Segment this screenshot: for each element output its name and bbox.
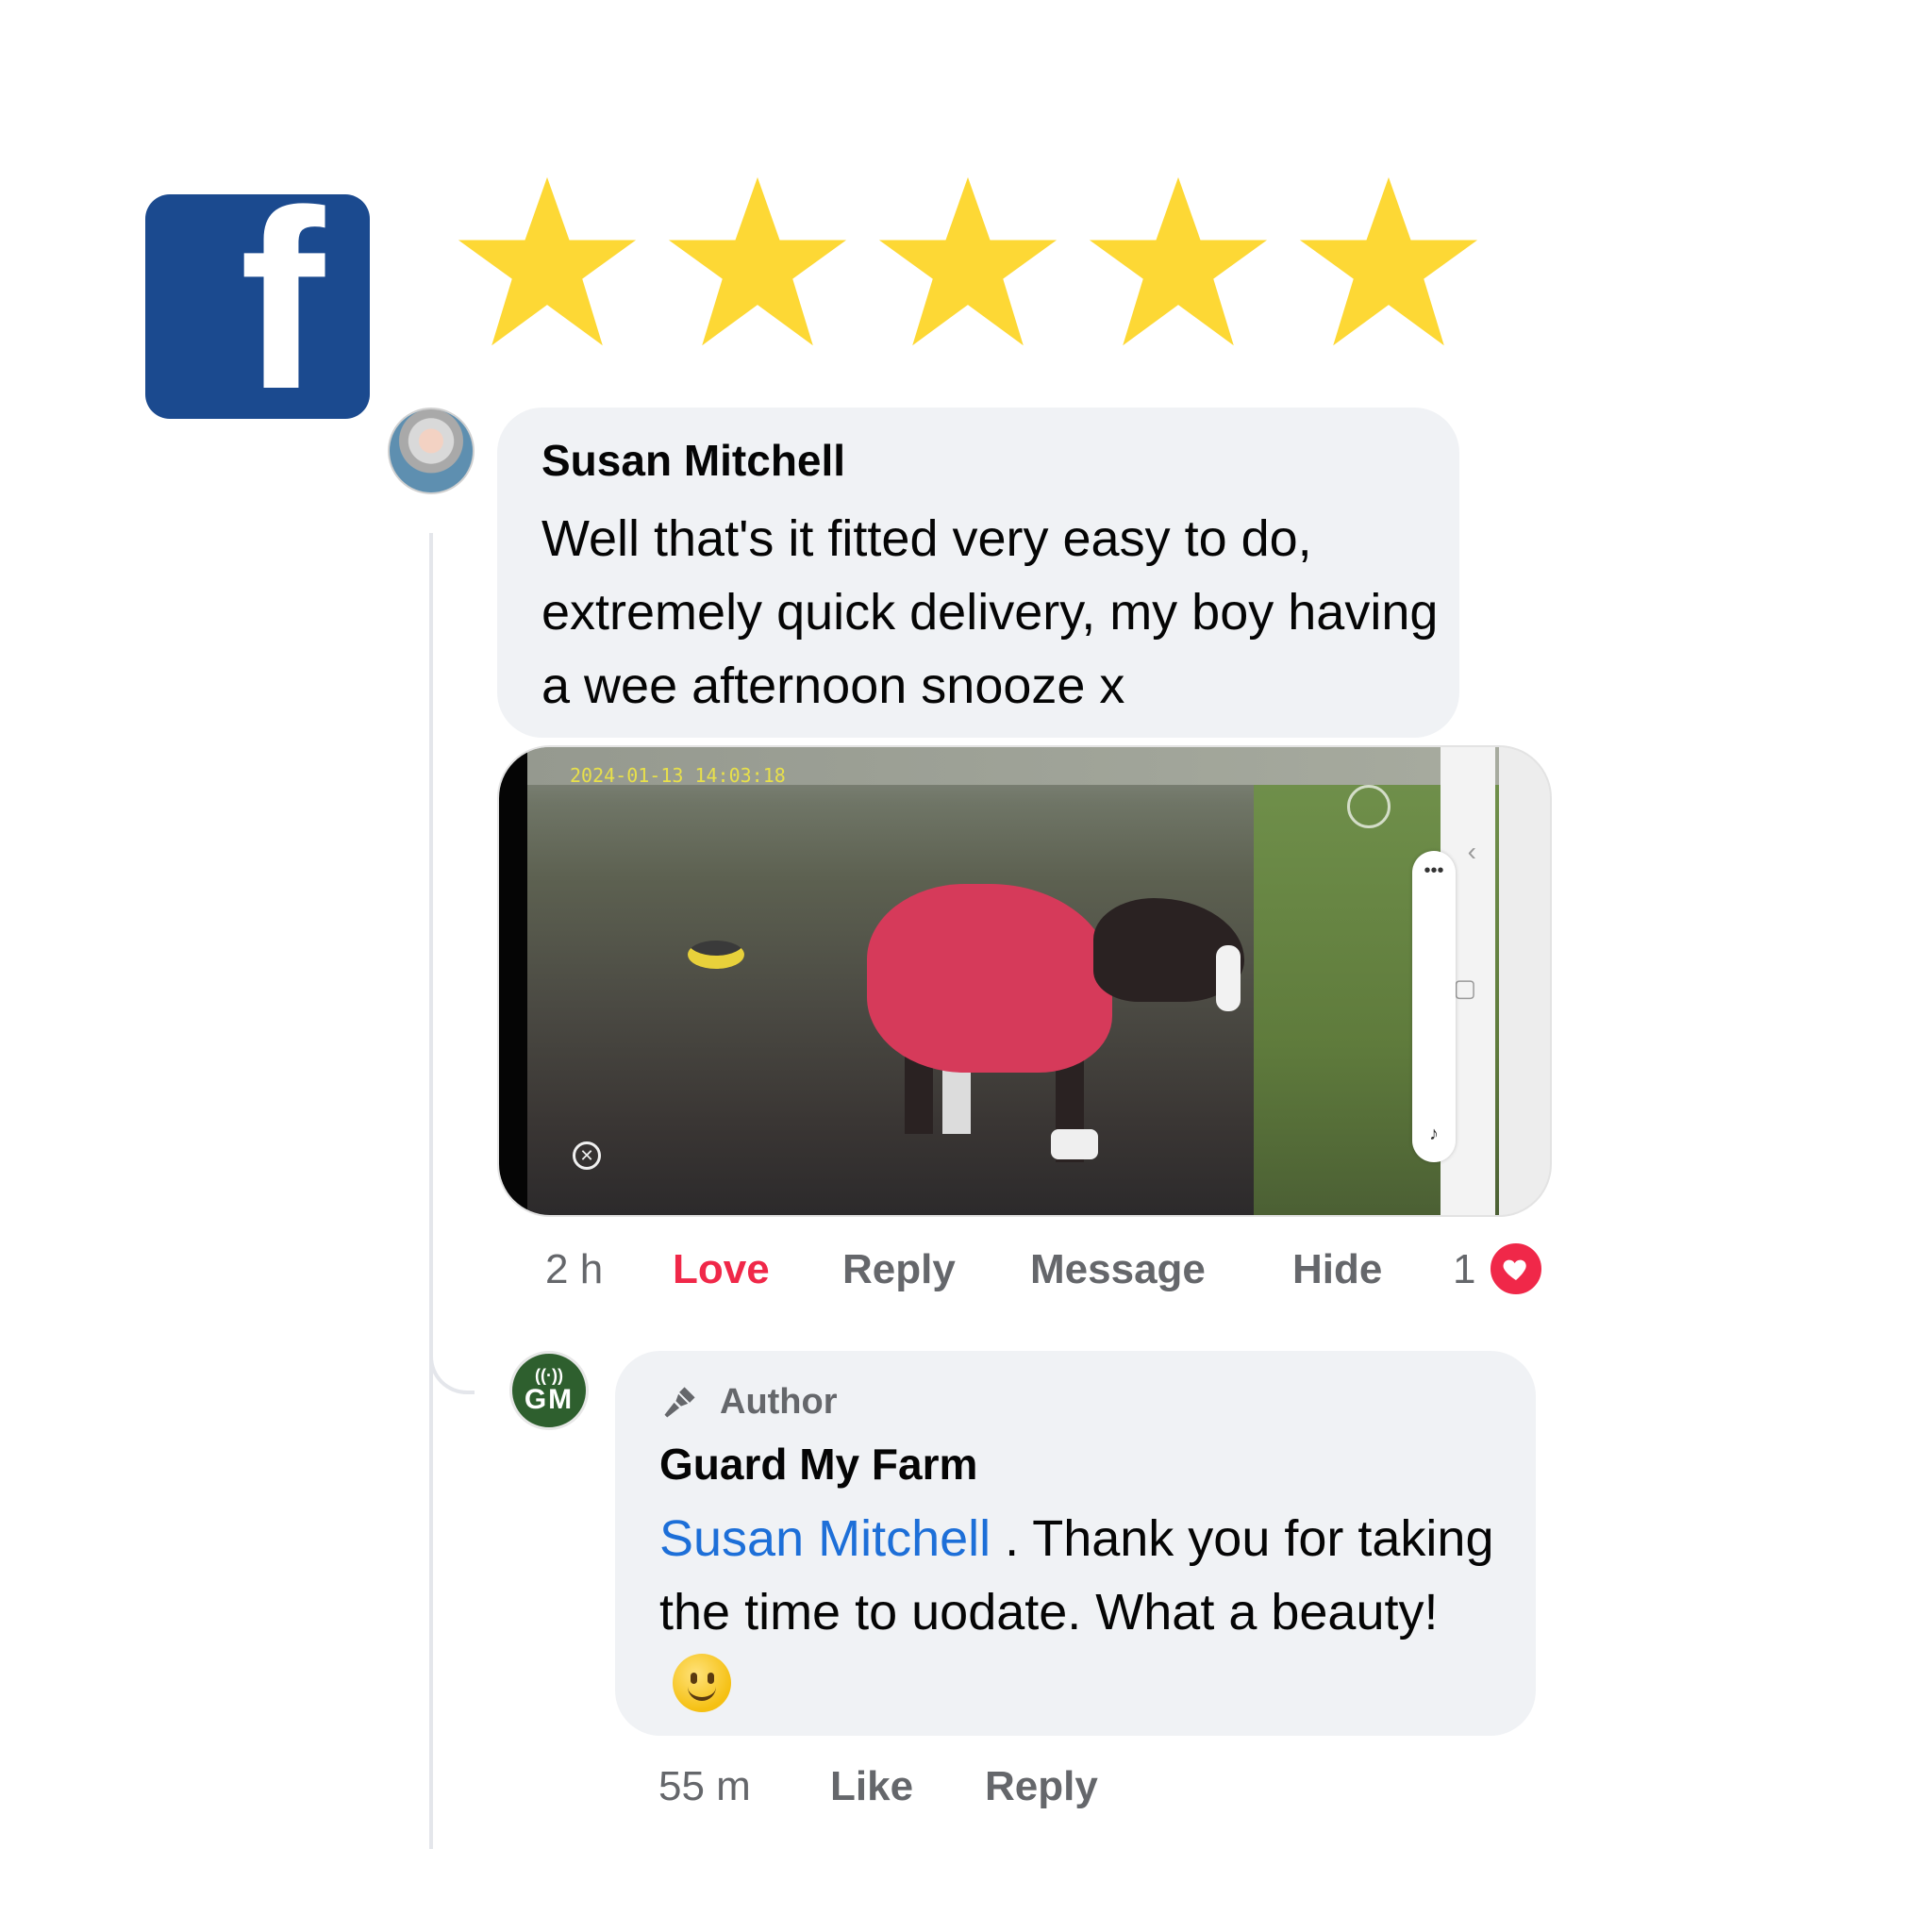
comment-text: Well that's it fitted very easy to do, e… [541, 510, 1439, 714]
author-badge-label: Author [720, 1382, 838, 1422]
reaction-count[interactable]: 1 [1453, 1243, 1475, 1296]
love-button[interactable]: Love [673, 1243, 770, 1296]
camera-timestamp: 2024-01-13 14:03:18 [570, 764, 786, 787]
slightly-smiling-face-icon [673, 1654, 731, 1712]
facebook-logo: f [145, 194, 370, 419]
star-icon [455, 170, 640, 355]
star-icon [1296, 170, 1481, 355]
camera-ring-icon [1347, 785, 1391, 828]
camera-feed-image: ✕ 2024-01-13 14:03:18 [527, 747, 1499, 1215]
signal-icon: ((·)) [535, 1366, 563, 1385]
avatar[interactable]: ((·)) GM [509, 1351, 589, 1430]
avatar[interactable] [388, 408, 475, 494]
comment-time: 2 h [545, 1246, 604, 1292]
comment-author[interactable]: Susan Mitchell [541, 434, 845, 487]
more-icon: ••• [1424, 860, 1444, 881]
thread-line [429, 533, 433, 1849]
message-button[interactable]: Message [1030, 1243, 1206, 1296]
facebook-icon: f [240, 194, 325, 419]
horse-blaze [1216, 945, 1241, 1011]
chevron-left-icon: ‹ [1467, 837, 1476, 866]
reply-button[interactable]: Reply [842, 1243, 956, 1296]
horse-rug [867, 884, 1112, 1073]
feeder-tub [688, 941, 744, 969]
reply-button[interactable]: Reply [985, 1760, 1098, 1813]
reply-time: 55 m [658, 1763, 751, 1809]
reply-text: Susan Mitchell . Thank you for taking th… [659, 1502, 1508, 1723]
avatar-initials: GM [524, 1384, 575, 1415]
star-icon [665, 170, 850, 355]
reply-author[interactable]: Guard My Farm [659, 1438, 977, 1491]
hide-button[interactable]: Hide [1292, 1243, 1382, 1296]
comment-photo[interactable]: ✕ 2024-01-13 14:03:18 ‹ ▢ ••• ♪ [497, 745, 1552, 1217]
horse-hoof [1051, 1129, 1098, 1159]
microphone-icon [664, 1387, 695, 1418]
thread-connector [429, 1330, 475, 1394]
photo-border [499, 747, 527, 1215]
star-icon [1086, 170, 1271, 355]
crosshair-icon: ✕ [573, 1141, 601, 1170]
author-badge: Author [659, 1375, 838, 1428]
mention-link[interactable]: Susan Mitchell [659, 1510, 991, 1567]
reply-bubble: Author Guard My Farm Susan Mitchell . Th… [615, 1351, 1536, 1736]
like-button[interactable]: Like [830, 1760, 913, 1813]
comment-bubble: Susan Mitchell Well that's it fitted ver… [497, 408, 1459, 738]
heart-icon[interactable] [1487, 1240, 1545, 1298]
square-icon: ▢ [1453, 974, 1476, 1002]
camera-control-pill: ••• ♪ [1412, 851, 1456, 1162]
star-icon [875, 170, 1060, 355]
speaker-icon: ♪ [1429, 1124, 1439, 1144]
